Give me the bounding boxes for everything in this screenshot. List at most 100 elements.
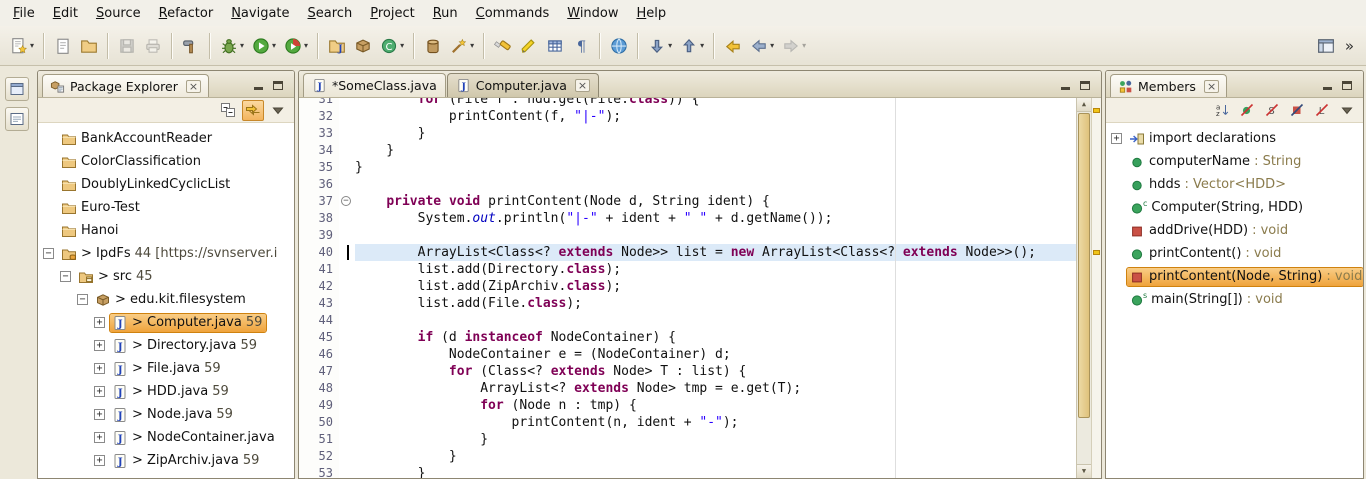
code-line-40[interactable]: 40 ArrayList<Class<? extends Node>> list… — [299, 244, 1076, 261]
menu-project[interactable]: Project — [361, 2, 424, 25]
new-wizard-button[interactable]: ▾ — [7, 32, 37, 60]
member-computer-string-hdd[interactable]: cComputer(String, HDD) — [1106, 196, 1363, 219]
code-text[interactable]: } — [355, 431, 1076, 448]
code-text[interactable]: ArrayList<? extends Node> tmp = e.get(T)… — [355, 380, 1076, 397]
line-number[interactable]: 53 — [299, 465, 339, 478]
collapse-icon[interactable]: − — [60, 271, 71, 282]
build-button[interactable] — [179, 32, 203, 60]
code-text[interactable] — [355, 312, 1076, 329]
code-line-45[interactable]: 45 if (d instanceof NodeContainer) { — [299, 329, 1076, 346]
maximize-button[interactable] — [272, 78, 284, 90]
code-line-36[interactable]: 36 — [299, 176, 1076, 193]
code-area[interactable]: 31 for (File f : hdd.get(File.class)) {3… — [299, 98, 1076, 478]
members-tab[interactable]: Members × — [1110, 74, 1227, 97]
close-icon[interactable]: × — [186, 80, 201, 93]
overview-marker[interactable] — [1093, 250, 1100, 255]
member-computername[interactable]: computerName: String — [1106, 150, 1363, 173]
dropdown-arrow-icon[interactable]: ▾ — [668, 41, 672, 50]
line-number[interactable]: 46 — [299, 346, 339, 363]
show-table-button[interactable] — [543, 32, 567, 60]
line-number[interactable]: 39 — [299, 227, 339, 244]
link-with-editor-button[interactable] — [242, 100, 264, 121]
minimize-button[interactable] — [252, 78, 264, 90]
dropdown-arrow-icon[interactable]: ▾ — [240, 41, 244, 50]
line-number[interactable]: 32 — [299, 108, 339, 125]
code-line-32[interactable]: 32 printContent(f, "|-"); — [299, 108, 1076, 125]
line-number[interactable]: 36 — [299, 176, 339, 193]
dropdown-arrow-icon[interactable]: ▾ — [30, 41, 34, 50]
line-number[interactable]: 47 — [299, 363, 339, 380]
menu-file[interactable]: File — [4, 2, 44, 25]
member-hdds[interactable]: hdds: Vector<HDD> — [1106, 173, 1363, 196]
code-text[interactable]: } — [355, 465, 1076, 478]
save-button[interactable] — [115, 32, 139, 60]
code-line-37[interactable]: 37− private void printContent(Node d, St… — [299, 193, 1076, 210]
menu-help[interactable]: Help — [628, 2, 676, 25]
maximize-button[interactable] — [1341, 78, 1353, 90]
expand-icon[interactable]: + — [94, 386, 105, 397]
view-menu-button[interactable] — [1336, 100, 1358, 121]
expand-icon[interactable]: + — [94, 340, 105, 351]
code-text[interactable] — [355, 176, 1076, 193]
code-line-33[interactable]: 33 } — [299, 125, 1076, 142]
fold-collapse-icon[interactable]: − — [341, 196, 351, 206]
line-number[interactable]: 51 — [299, 431, 339, 448]
tree-item-file-java[interactable]: +J> File.java59 — [38, 357, 294, 380]
code-line-42[interactable]: 42 list.add(ZipArchiv.class); — [299, 278, 1076, 295]
expand-icon[interactable]: + — [1111, 133, 1122, 144]
code-line-47[interactable]: 47 for (Class<? extends Node> T : list) … — [299, 363, 1076, 380]
dropdown-arrow-icon[interactable]: ▾ — [470, 41, 474, 50]
tree-item-directory-java[interactable]: +J> Directory.java59 — [38, 334, 294, 357]
expand-icon[interactable]: + — [94, 409, 105, 420]
maximize-button[interactable] — [1079, 78, 1091, 90]
new-java-project-button[interactable]: J — [325, 32, 349, 60]
open-browser-button[interactable] — [607, 32, 631, 60]
tree-item-colorclassification[interactable]: ColorClassification — [38, 150, 294, 173]
forward-button[interactable]: ▾ — [779, 32, 809, 60]
editor-scrollbar[interactable]: ▲ ▼ — [1076, 98, 1091, 478]
dropdown-arrow-icon[interactable]: ▾ — [700, 41, 704, 50]
scrollbar-thumb[interactable] — [1078, 113, 1090, 418]
previous-annotation-button[interactable]: ▾ — [677, 32, 707, 60]
line-number[interactable]: 52 — [299, 448, 339, 465]
dropdown-arrow-icon[interactable]: ▾ — [400, 41, 404, 50]
last-edit-location-button[interactable] — [721, 32, 745, 60]
member-main-string[interactable]: smain(String[]): void — [1106, 288, 1363, 311]
mark-occurrences-button[interactable] — [517, 32, 541, 60]
tree-item-hdd-java[interactable]: +J> HDD.java59 — [38, 380, 294, 403]
tree-item-ipdfs[interactable]: −> IpdFs44 [https://svnserver.i — [38, 242, 294, 265]
line-number[interactable]: 49 — [299, 397, 339, 414]
member-import-declarations[interactable]: +import declarations — [1106, 127, 1363, 150]
menu-edit[interactable]: Edit — [44, 2, 87, 25]
close-icon[interactable]: × — [575, 79, 590, 92]
new-class-button[interactable]: C▾ — [377, 32, 407, 60]
minimize-button[interactable] — [1321, 78, 1333, 90]
code-text[interactable]: private void printContent(Node d, String… — [355, 193, 1076, 210]
line-number[interactable]: 50 — [299, 414, 339, 431]
code-line-35[interactable]: 35} — [299, 159, 1076, 176]
overview-marker[interactable] — [1093, 108, 1100, 113]
tree-item-hanoi[interactable]: Hanoi — [38, 219, 294, 242]
show-whitespace-button[interactable]: ¶ — [569, 32, 593, 60]
hide-local-types-button[interactable]: L — [1311, 100, 1333, 121]
line-number[interactable]: 40 — [299, 244, 339, 261]
menu-run[interactable]: Run — [424, 2, 467, 25]
line-number[interactable]: 42 — [299, 278, 339, 295]
collapse-all-button[interactable] — [217, 100, 239, 121]
code-text[interactable]: for (Node n : tmp) { — [355, 397, 1076, 414]
line-number[interactable]: 43 — [299, 295, 339, 312]
new-package-button[interactable] — [351, 32, 375, 60]
line-number[interactable]: 34 — [299, 142, 339, 159]
line-number[interactable]: 33 — [299, 125, 339, 142]
line-number[interactable]: 41 — [299, 261, 339, 278]
code-text[interactable]: } — [355, 125, 1076, 142]
code-line-44[interactable]: 44 — [299, 312, 1076, 329]
menu-source[interactable]: Source — [87, 2, 150, 25]
tree-item-ziparchiv-java[interactable]: +J> ZipArchiv.java59 — [38, 449, 294, 472]
code-line-52[interactable]: 52 } — [299, 448, 1076, 465]
code-line-50[interactable]: 50 printContent(n, ident + "-"); — [299, 414, 1076, 431]
print-button[interactable] — [141, 32, 165, 60]
code-text[interactable]: System.out.println("|-" + ident + " " + … — [355, 210, 1076, 227]
code-text[interactable]: list.add(File.class); — [355, 295, 1076, 312]
view-menu-button[interactable] — [267, 100, 289, 121]
